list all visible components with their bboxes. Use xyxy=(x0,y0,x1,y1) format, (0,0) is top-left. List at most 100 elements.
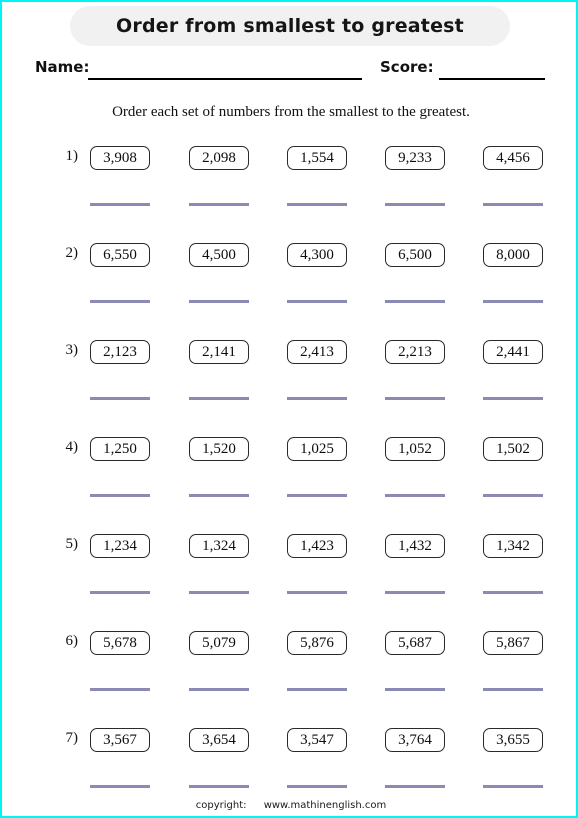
answer-line[interactable] xyxy=(287,494,347,497)
worksheet-page: Order from smallest to greatest Name: Sc… xyxy=(0,0,578,818)
number-box: 2,123 xyxy=(90,340,150,364)
number-box: 4,456 xyxy=(483,146,543,170)
number-cell: 1,250 xyxy=(90,437,150,497)
answer-line[interactable] xyxy=(287,300,347,303)
answer-line[interactable] xyxy=(90,591,150,594)
answer-line[interactable] xyxy=(483,591,543,594)
problem-row: 6) 5,678 5,079 5,876 5,687 5,867 xyxy=(2,621,576,718)
name-score-row: Name: Score: xyxy=(2,58,576,84)
name-input-line[interactable] xyxy=(88,78,362,80)
number-cell: 3,567 xyxy=(90,728,150,788)
answer-line[interactable] xyxy=(483,688,543,691)
answer-line[interactable] xyxy=(385,591,445,594)
number-cell: 5,687 xyxy=(385,631,445,691)
answer-line[interactable] xyxy=(287,688,347,691)
problem-number: 5) xyxy=(65,536,79,552)
number-box: 4,300 xyxy=(287,243,347,267)
answer-line[interactable] xyxy=(483,300,543,303)
answer-line[interactable] xyxy=(189,397,249,400)
answer-line[interactable] xyxy=(483,203,543,206)
answer-line[interactable] xyxy=(287,397,347,400)
answer-line[interactable] xyxy=(385,397,445,400)
footer: copyright: www.mathinenglish.com xyxy=(2,800,576,811)
answer-line[interactable] xyxy=(287,785,347,788)
answer-line[interactable] xyxy=(90,688,150,691)
number-cells: 5,678 5,079 5,876 5,687 5,867 xyxy=(90,621,560,718)
answer-line[interactable] xyxy=(189,300,249,303)
answer-line[interactable] xyxy=(385,688,445,691)
number-box: 4,500 xyxy=(189,243,249,267)
number-cell: 5,079 xyxy=(189,631,249,691)
number-box: 1,250 xyxy=(90,437,150,461)
number-box: 6,500 xyxy=(385,243,445,267)
answer-line[interactable] xyxy=(483,785,543,788)
problem-row: 1) 3,908 2,098 1,554 9,233 4,456 xyxy=(2,136,576,233)
number-cell: 3,908 xyxy=(90,146,150,206)
answer-line[interactable] xyxy=(483,397,543,400)
number-box: 1,432 xyxy=(385,534,445,558)
number-cell: 2,213 xyxy=(385,340,445,400)
number-cell: 1,423 xyxy=(287,534,347,594)
number-cells: 1,250 1,520 1,025 1,052 1,502 xyxy=(90,427,560,524)
number-cell: 1,324 xyxy=(189,534,249,594)
number-cell: 1,554 xyxy=(287,146,347,206)
number-cell: 1,025 xyxy=(287,437,347,497)
answer-line[interactable] xyxy=(287,203,347,206)
answer-line[interactable] xyxy=(189,203,249,206)
number-cell: 4,300 xyxy=(287,243,347,303)
number-cell: 8,000 xyxy=(483,243,543,303)
site-url: www.mathinenglish.com xyxy=(263,800,387,811)
number-box: 1,234 xyxy=(90,534,150,558)
number-box: 1,324 xyxy=(189,534,249,558)
answer-line[interactable] xyxy=(90,300,150,303)
answer-line[interactable] xyxy=(483,494,543,497)
number-box: 8,000 xyxy=(483,243,543,267)
number-box: 2,413 xyxy=(287,340,347,364)
score-input-line[interactable] xyxy=(439,78,545,80)
number-box: 5,678 xyxy=(90,631,150,655)
answer-line[interactable] xyxy=(287,591,347,594)
number-box: 1,423 xyxy=(287,534,347,558)
answer-line[interactable] xyxy=(189,591,249,594)
number-box: 5,079 xyxy=(189,631,249,655)
instruction-text: Order each set of numbers from the small… xyxy=(112,104,470,120)
number-cell: 1,052 xyxy=(385,437,445,497)
answer-line[interactable] xyxy=(90,785,150,788)
number-cell: 3,547 xyxy=(287,728,347,788)
number-box: 9,233 xyxy=(385,146,445,170)
number-cell: 2,098 xyxy=(189,146,249,206)
number-cells: 3,908 2,098 1,554 9,233 4,456 xyxy=(90,136,560,233)
number-cell: 4,456 xyxy=(483,146,543,206)
problem-row: 3) 2,123 2,141 2,413 2,213 2,441 xyxy=(2,330,576,427)
title-banner: Order from smallest to greatest xyxy=(70,6,510,46)
number-cell: 1,502 xyxy=(483,437,543,497)
number-cell: 2,441 xyxy=(483,340,543,400)
number-cell: 5,678 xyxy=(90,631,150,691)
problem-number: 1) xyxy=(65,148,79,164)
problem-row: 4) 1,250 1,520 1,025 1,052 1,502 xyxy=(2,427,576,524)
problem-number: 6) xyxy=(65,633,79,649)
number-cell: 1,432 xyxy=(385,534,445,594)
answer-line[interactable] xyxy=(90,397,150,400)
number-cell: 2,141 xyxy=(189,340,249,400)
answer-line[interactable] xyxy=(385,300,445,303)
number-cell: 4,500 xyxy=(189,243,249,303)
number-box: 2,141 xyxy=(189,340,249,364)
answer-line[interactable] xyxy=(385,785,445,788)
number-cell: 2,413 xyxy=(287,340,347,400)
number-box: 3,547 xyxy=(287,728,347,752)
answer-line[interactable] xyxy=(385,203,445,206)
number-box: 3,908 xyxy=(90,146,150,170)
answer-line[interactable] xyxy=(90,494,150,497)
number-box: 1,520 xyxy=(189,437,249,461)
number-cell: 1,520 xyxy=(189,437,249,497)
answer-line[interactable] xyxy=(189,494,249,497)
answer-line[interactable] xyxy=(189,688,249,691)
number-box: 6,550 xyxy=(90,243,150,267)
answer-line[interactable] xyxy=(189,785,249,788)
number-cell: 3,654 xyxy=(189,728,249,788)
answer-line[interactable] xyxy=(385,494,445,497)
number-box: 1,554 xyxy=(287,146,347,170)
answer-line[interactable] xyxy=(90,203,150,206)
number-box: 3,654 xyxy=(189,728,249,752)
